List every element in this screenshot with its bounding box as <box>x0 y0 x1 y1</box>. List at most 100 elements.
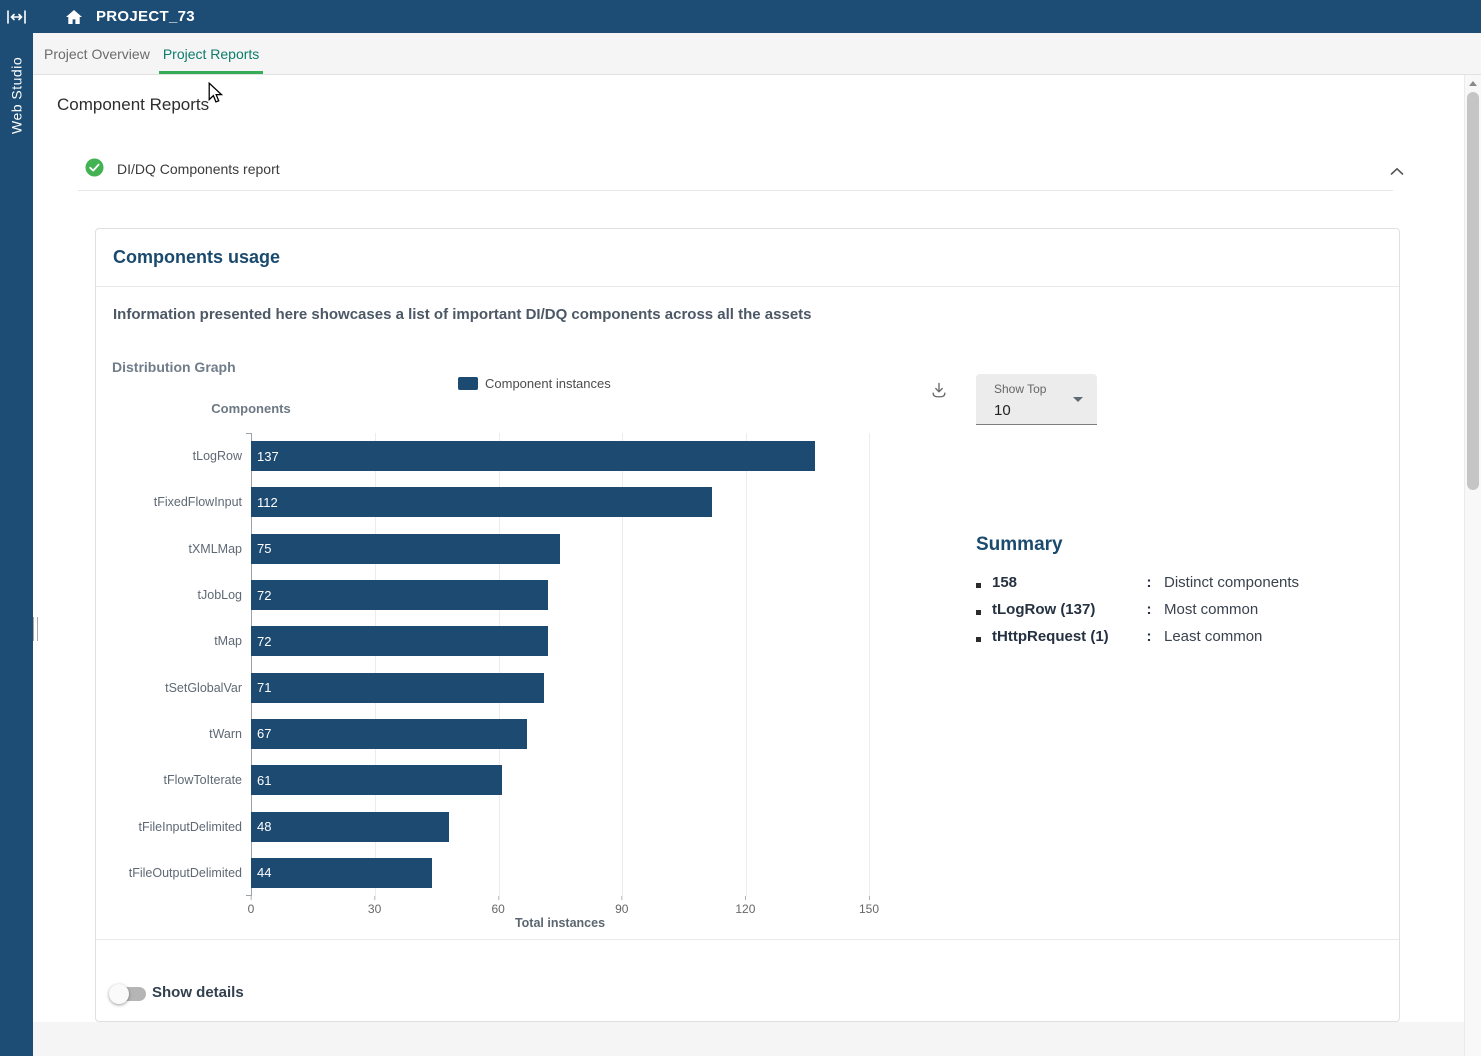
legend-swatch <box>458 377 478 390</box>
bar-chart: tLogRow137tFixedFlowInput112tXMLMap75tJo… <box>96 433 886 930</box>
bar-category-label: tSetGlobalVar <box>96 681 251 695</box>
bar-value-label: 112 <box>251 495 278 510</box>
summary-label: Most common <box>1158 601 1396 618</box>
x-tick-label: 150 <box>859 902 879 916</box>
bar-category-label: tXMLMap <box>96 542 251 556</box>
bar-value-label: 72 <box>251 588 271 603</box>
top-header: PROJECT_73 <box>33 0 1481 33</box>
app-name: Web Studio <box>0 40 33 150</box>
bar[interactable]: 67 <box>251 719 527 749</box>
chart-row: tFileOutputDelimited44 <box>96 850 886 896</box>
bar-track: 112 <box>251 487 869 517</box>
summary-separator: : <box>1140 601 1158 618</box>
chart-row: tWarn67 <box>96 711 886 757</box>
summary-items: 158 : Distinct components tLogRow (137) … <box>976 574 1396 645</box>
y-axis-title: Components <box>96 401 406 416</box>
components-usage-card: Components usage Information presented h… <box>95 228 1400 1022</box>
chart-rows: tLogRow137tFixedFlowInput112tXMLMap75tJo… <box>96 433 886 896</box>
toggle-knob <box>109 984 129 1004</box>
bullet-icon <box>976 583 981 588</box>
show-top-label: Show Top <box>994 382 1046 396</box>
bar-track: 61 <box>251 765 869 795</box>
scrollbar-thumb[interactable] <box>1467 92 1479 490</box>
sidebar-resize-handle[interactable] <box>33 617 38 641</box>
chart-legend[interactable]: Component instances <box>458 376 611 391</box>
x-axis-title: Total instances <box>251 916 869 930</box>
project-title: PROJECT_73 <box>96 8 195 25</box>
show-details-toggle[interactable] <box>112 987 146 1001</box>
bar[interactable]: 137 <box>251 441 815 471</box>
summary-separator: : <box>1140 574 1158 591</box>
bar-track: 72 <box>251 626 869 656</box>
card-header-divider <box>96 286 1399 287</box>
chart-row: tXMLMap75 <box>96 526 886 572</box>
x-tick-label: 120 <box>735 902 755 916</box>
bar-value-label: 44 <box>251 865 271 880</box>
tab-project-overview[interactable]: Project Overview <box>44 33 150 74</box>
expand-panel-button[interactable] <box>0 0 33 33</box>
chart-row: tLogRow137 <box>96 433 886 479</box>
report-panel: DI/DQ Components report Components usage… <box>78 150 1418 1022</box>
bar[interactable]: 48 <box>251 812 449 842</box>
summary-label: Distinct components <box>1158 574 1396 591</box>
bar-track: 48 <box>251 812 869 842</box>
bar-track: 71 <box>251 673 869 703</box>
bar[interactable]: 71 <box>251 673 544 703</box>
card-title: Components usage <box>113 247 280 268</box>
bar-track: 44 <box>251 858 869 888</box>
report-accordion-header[interactable]: DI/DQ Components report <box>78 150 1418 190</box>
card-description: Information presented here showcases a l… <box>113 306 812 323</box>
summary-title: Summary <box>976 534 1396 556</box>
legend-label: Component instances <box>485 376 611 391</box>
bar-category-label: tMap <box>96 634 251 648</box>
bar[interactable]: 61 <box>251 765 502 795</box>
bar-value-label: 72 <box>251 634 271 649</box>
bullet-icon <box>976 637 981 642</box>
summary-value: tLogRow (137) <box>992 601 1140 618</box>
tab-project-reports[interactable]: Project Reports <box>159 33 263 74</box>
page-title: Component Reports <box>57 95 209 115</box>
main-content: Component Reports DI/DQ Components repor… <box>33 75 1464 1056</box>
chart-row: tMap72 <box>96 618 886 664</box>
graph-title: Distribution Graph <box>112 359 236 375</box>
show-details-label: Show details <box>152 984 244 1001</box>
page-background <box>33 1022 1464 1056</box>
bar[interactable]: 44 <box>251 858 432 888</box>
show-top-select[interactable]: Show Top 10 <box>976 374 1097 425</box>
panel-divider <box>78 190 1393 191</box>
bullet-icon <box>976 610 981 615</box>
scroll-up-arrow-icon <box>1469 81 1477 86</box>
bar-value-label: 61 <box>251 773 271 788</box>
bar-category-label: tFileInputDelimited <box>96 820 251 834</box>
scroll-up-button[interactable] <box>1465 75 1481 92</box>
home-icon <box>65 9 83 25</box>
bar-value-label: 71 <box>251 680 271 695</box>
chart-row: tJobLog72 <box>96 572 886 618</box>
chart-row: tFixedFlowInput112 <box>96 479 886 525</box>
bar-track: 67 <box>251 719 869 749</box>
bar-category-label: tJobLog <box>96 588 251 602</box>
x-tick-label: 90 <box>615 902 628 916</box>
chevron-up-icon[interactable] <box>1390 163 1404 181</box>
bar[interactable]: 72 <box>251 626 548 656</box>
home-button[interactable] <box>65 9 83 25</box>
bar-track: 72 <box>251 580 869 610</box>
bar-category-label: tFixedFlowInput <box>96 495 251 509</box>
bar[interactable]: 72 <box>251 580 548 610</box>
bar-category-label: tLogRow <box>96 449 251 463</box>
summary-section: Summary 158 : Distinct components tLogRo… <box>976 534 1396 645</box>
summary-label: Least common <box>1158 628 1396 645</box>
chart-xticks: 0306090120150 <box>251 896 869 914</box>
bar[interactable]: 75 <box>251 534 560 564</box>
left-sidebar: Web Studio <box>0 0 33 1056</box>
bar-track: 137 <box>251 441 869 471</box>
report-title: DI/DQ Components report <box>117 161 280 177</box>
expand-horizontal-icon <box>6 10 27 24</box>
x-tick-label: 60 <box>492 902 505 916</box>
x-tick-label: 30 <box>368 902 381 916</box>
bar-value-label: 75 <box>251 541 271 556</box>
card-footer: Show details <box>96 939 1399 1021</box>
bar[interactable]: 112 <box>251 487 712 517</box>
download-icon[interactable] <box>930 381 948 404</box>
vertical-scrollbar[interactable] <box>1464 75 1481 1056</box>
